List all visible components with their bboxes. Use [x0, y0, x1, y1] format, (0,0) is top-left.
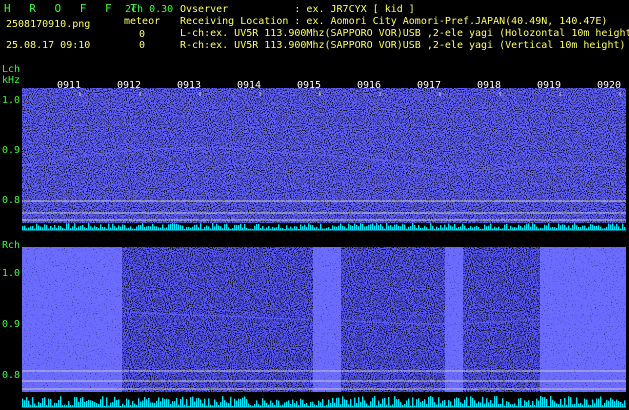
time-label-0919: 0919 [537, 80, 562, 91]
rch-burst-4 [540, 247, 626, 392]
spectrogram [21, 88, 627, 408]
lch-ytick-1: 1.0 [2, 95, 21, 106]
lch-panel [21, 88, 627, 231]
time-label-0915: 0915 [297, 80, 322, 91]
time-label-0916: 0916 [357, 80, 382, 91]
rch-burst-3 [445, 247, 463, 392]
rch-burst-1 [22, 247, 122, 392]
time-label-0912: 0912 [117, 80, 142, 91]
time-label-0920: 0920 [597, 80, 622, 91]
lch-unit: kHz [2, 75, 21, 86]
time-label-0913: 0913 [177, 80, 202, 91]
lch-ytick-2: 0.9 [2, 145, 21, 156]
time-label-0917: 0917 [417, 80, 442, 91]
time-label-0911: 0911 [57, 80, 82, 91]
lch-ytick-3: 0.8 [2, 195, 21, 206]
rch-panel [21, 247, 627, 408]
rch-level-bars [22, 396, 626, 407]
rch-ytick-3: 0.8 [2, 370, 21, 381]
rch-ytick-1: 1.0 [2, 268, 21, 279]
time-label-0914: 0914 [237, 80, 262, 91]
rch-ytick-2: 0.9 [2, 319, 21, 330]
rch-label: Rch [2, 240, 21, 251]
lch-level-bars [22, 223, 626, 230]
time-label-0918: 0918 [477, 80, 502, 91]
